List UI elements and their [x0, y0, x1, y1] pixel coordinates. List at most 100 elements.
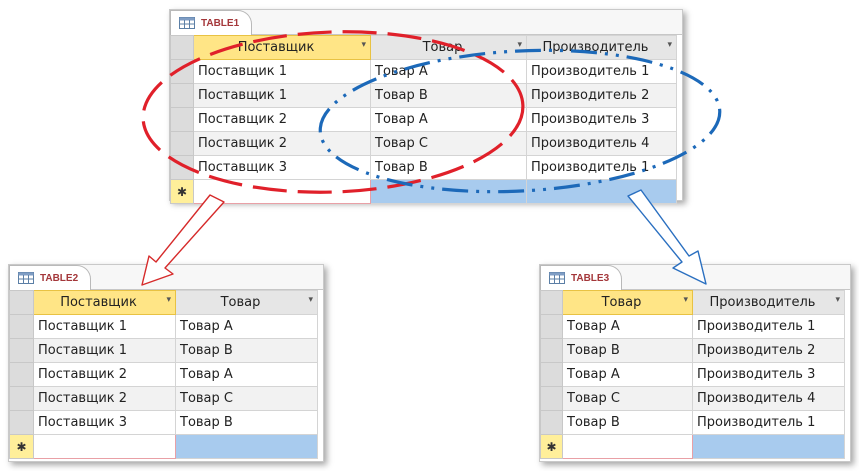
table-row[interactable]: Поставщик 2 Товар C [9, 386, 318, 411]
new-record-icon[interactable]: ✱ [170, 179, 194, 204]
cell[interactable]: Поставщик 2 [33, 386, 176, 411]
new-record-row[interactable]: ✱ [9, 434, 318, 459]
column-header-supplier[interactable]: Поставщик ▾ [193, 35, 371, 60]
cell[interactable]: Производитель 1 [526, 59, 677, 84]
select-all-cell[interactable] [540, 290, 563, 315]
row-selector[interactable] [170, 155, 194, 180]
cell[interactable]: Производитель 4 [692, 386, 845, 411]
dropdown-arrow-icon[interactable]: ▾ [308, 295, 313, 305]
cell[interactable]: Поставщик 3 [193, 155, 371, 180]
table-row[interactable]: Товар C Производитель 4 [540, 386, 845, 411]
table3-tab[interactable]: TABLE3 [540, 265, 623, 290]
dropdown-arrow-icon[interactable]: ▾ [166, 295, 171, 305]
cell[interactable]: Поставщик 1 [33, 314, 176, 339]
table-row[interactable]: Товар B Производитель 1 [540, 410, 845, 435]
table1-window: TABLE1 Поставщик ▾ Товар ▾ Производитель ▾ … [169, 9, 683, 204]
cell[interactable]: Поставщик 2 [193, 107, 371, 132]
column-header-manufacturer[interactable]: Производитель ▾ [692, 290, 845, 315]
dropdown-arrow-icon[interactable]: ▾ [667, 40, 672, 50]
new-record-cell[interactable] [370, 179, 527, 204]
table-row[interactable]: Поставщик 3 Товар B Производитель 1 [170, 155, 677, 180]
table-row[interactable]: Поставщик 1 Товар B [9, 338, 318, 363]
select-all-cell[interactable] [9, 290, 34, 315]
cell[interactable]: Поставщик 3 [33, 410, 176, 435]
cell[interactable]: Товар C [175, 386, 318, 411]
cell[interactable]: Товар A [370, 59, 527, 84]
cell[interactable]: Товар B [370, 155, 527, 180]
cell[interactable]: Товар B [370, 83, 527, 108]
new-record-cell[interactable] [33, 434, 176, 459]
cell[interactable]: Производитель 1 [692, 410, 845, 435]
select-all-cell[interactable] [170, 35, 194, 60]
cell[interactable]: Производитель 3 [692, 362, 845, 387]
cell[interactable]: Производитель 2 [526, 83, 677, 108]
dropdown-arrow-icon[interactable]: ▾ [361, 40, 366, 50]
cell[interactable]: Производитель 2 [692, 338, 845, 363]
cell[interactable]: Производитель 4 [526, 131, 677, 156]
row-selector[interactable] [540, 410, 563, 435]
cell[interactable]: Поставщик 2 [193, 131, 371, 156]
cell[interactable]: Товар B [175, 338, 318, 363]
row-selector[interactable] [170, 107, 194, 132]
table-row[interactable]: Поставщик 1 Товар B Производитель 2 [170, 83, 677, 108]
row-selector[interactable] [170, 131, 194, 156]
cell[interactable]: Товар C [370, 131, 527, 156]
table-row[interactable]: Поставщик 1 Товар A Производитель 1 [170, 59, 677, 84]
cell[interactable]: Поставщик 2 [33, 362, 176, 387]
cell[interactable]: Производитель 1 [526, 155, 677, 180]
new-record-cell[interactable] [562, 434, 693, 459]
row-selector[interactable] [540, 386, 563, 411]
new-record-cell[interactable] [193, 179, 371, 204]
row-selector[interactable] [9, 362, 34, 387]
column-header-product[interactable]: Товар ▾ [370, 35, 527, 60]
cell[interactable]: Поставщик 1 [193, 83, 371, 108]
cell[interactable]: Товар A [175, 314, 318, 339]
column-header-product[interactable]: Товар ▾ [562, 290, 693, 315]
column-header-manufacturer[interactable]: Производитель ▾ [526, 35, 677, 60]
new-record-row[interactable]: ✱ [170, 179, 677, 204]
column-header-product[interactable]: Товар ▾ [175, 290, 318, 315]
dropdown-arrow-icon[interactable]: ▾ [517, 40, 522, 50]
cell[interactable]: Товар A [562, 362, 693, 387]
new-record-cell[interactable] [175, 434, 318, 459]
new-record-cell[interactable] [526, 179, 677, 204]
cell[interactable]: Товар A [370, 107, 527, 132]
row-selector[interactable] [170, 59, 194, 84]
cell[interactable]: Производитель 3 [526, 107, 677, 132]
cell[interactable]: Товар B [562, 410, 693, 435]
new-record-row[interactable]: ✱ [540, 434, 845, 459]
table-row[interactable]: Поставщик 1 Товар A [9, 314, 318, 339]
row-selector[interactable] [9, 410, 34, 435]
table2-tab[interactable]: TABLE2 [9, 265, 92, 290]
cell[interactable]: Товар B [175, 410, 318, 435]
cell[interactable]: Товар A [562, 314, 693, 339]
cell[interactable]: Поставщик 1 [33, 338, 176, 363]
cell[interactable]: Производитель 1 [692, 314, 845, 339]
dropdown-arrow-icon[interactable]: ▾ [683, 295, 688, 305]
new-record-cell[interactable] [692, 434, 845, 459]
row-selector[interactable] [540, 314, 563, 339]
column-header-supplier[interactable]: Поставщик ▾ [33, 290, 176, 315]
table-row[interactable]: Товар A Производитель 3 [540, 362, 845, 387]
cell[interactable]: Товар B [562, 338, 693, 363]
row-selector[interactable] [170, 83, 194, 108]
table-row[interactable]: Товар A Производитель 1 [540, 314, 845, 339]
cell[interactable]: Поставщик 1 [193, 59, 371, 84]
new-record-icon[interactable]: ✱ [9, 434, 34, 459]
new-record-icon[interactable]: ✱ [540, 434, 563, 459]
dropdown-arrow-icon[interactable]: ▾ [835, 295, 840, 305]
row-selector[interactable] [9, 338, 34, 363]
cell[interactable]: Товар A [175, 362, 318, 387]
table-row[interactable]: Поставщик 2 Товар A [9, 362, 318, 387]
row-selector[interactable] [9, 386, 34, 411]
row-selector[interactable] [540, 338, 563, 363]
row-selector[interactable] [9, 314, 34, 339]
table1-tab[interactable]: TABLE1 [170, 10, 253, 35]
column-header-label: Товар [601, 295, 642, 310]
table-row[interactable]: Поставщик 2 Товар A Производитель 3 [170, 107, 677, 132]
row-selector[interactable] [540, 362, 563, 387]
cell[interactable]: Товар C [562, 386, 693, 411]
table-row[interactable]: Поставщик 2 Товар C Производитель 4 [170, 131, 677, 156]
table-row[interactable]: Товар B Производитель 2 [540, 338, 845, 363]
table-row[interactable]: Поставщик 3 Товар B [9, 410, 318, 435]
